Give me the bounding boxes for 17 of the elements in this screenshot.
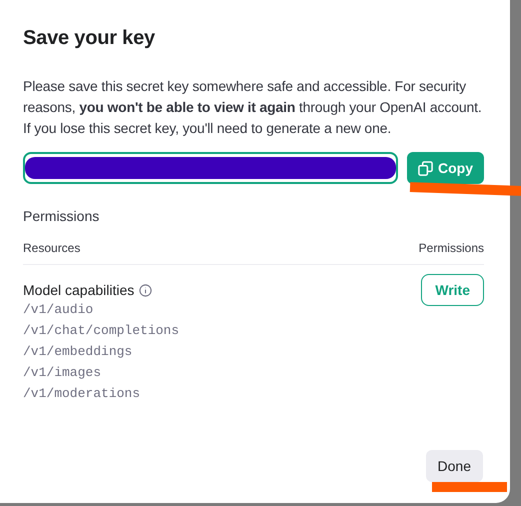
warning-message: Please save this secret key somewhere safe and accessible. For security reasons, you won't be able to view it again through your OpenAI account. If you lose this secret key, you'll need to generate a new one. [23, 77, 483, 138]
column-header: Permissions [418, 241, 484, 255]
section-heading: Permissions [23, 208, 100, 224]
info-icon[interactable] [139, 284, 152, 296]
secret-key-field[interactable] [23, 152, 398, 184]
dialog-title: Save your key [23, 27, 156, 50]
resource-name: Model capabilities [23, 282, 134, 298]
endpoint-path: /v1/chat/completions [23, 322, 180, 340]
endpoint-path: /v1/embeddings [23, 343, 134, 361]
done-button[interactable]: Done [426, 450, 483, 482]
copy-button[interactable]: Copy [407, 152, 484, 184]
endpoint-path: /v1/moderations [23, 385, 142, 403]
permission-button[interactable]: Write [421, 274, 484, 306]
endpoint-path: /v1/images [23, 364, 102, 382]
column-header: Resources [23, 241, 80, 255]
copy-icon [418, 160, 433, 176]
endpoint-path: /v1/audio [23, 301, 94, 319]
